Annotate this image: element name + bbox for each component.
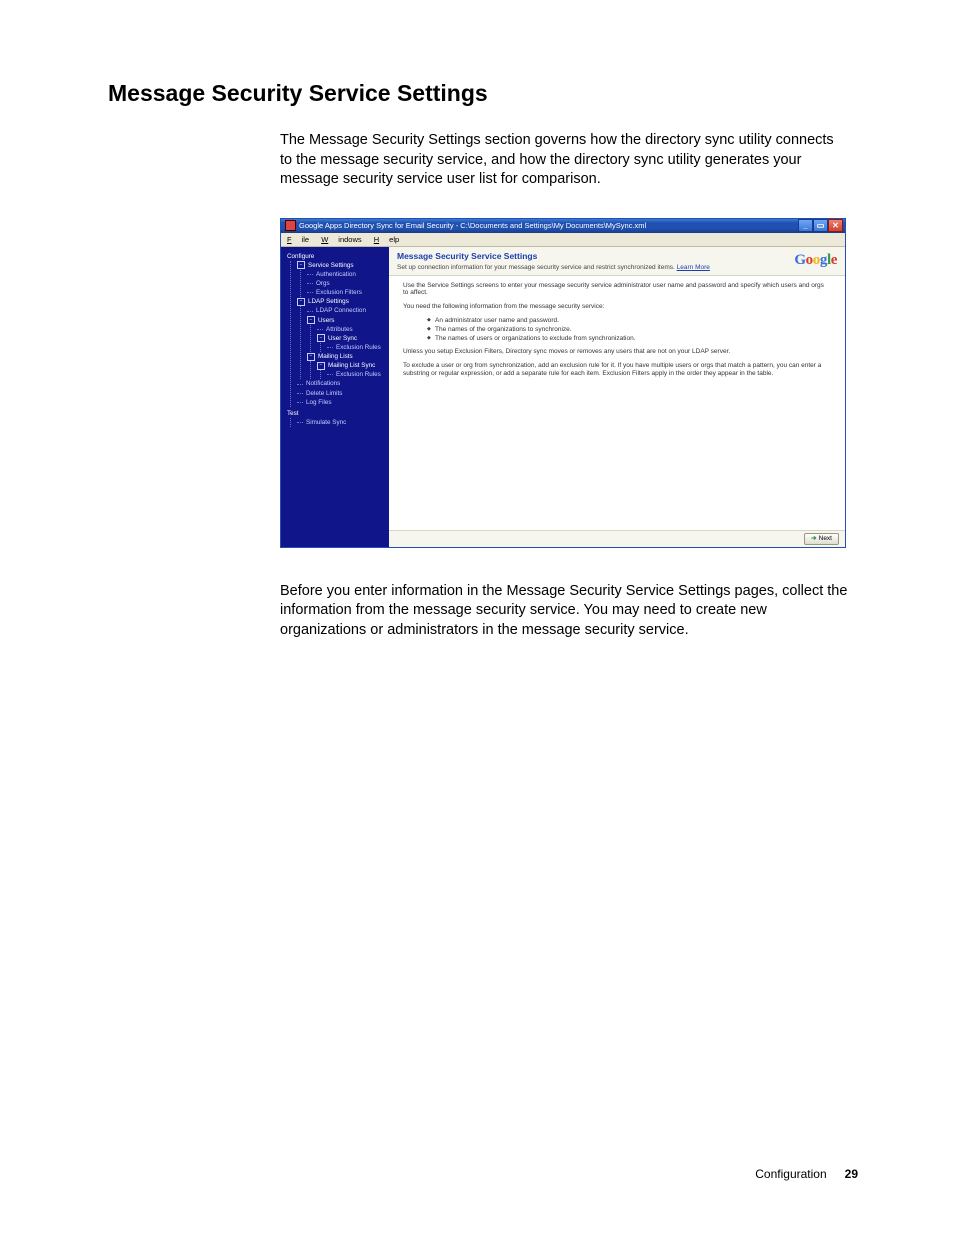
app-icon [285, 220, 296, 231]
maximize-button[interactable]: ▭ [813, 219, 828, 232]
next-button[interactable]: ➔ Next [804, 533, 839, 545]
tree-attributes[interactable]: Attributes [317, 325, 385, 334]
tree-ldap-connection[interactable]: LDAP Connection [307, 306, 385, 315]
menu-windows[interactable]: Windows [321, 235, 361, 244]
close-button[interactable]: ✕ [828, 219, 843, 232]
tree-test[interactable]: Test [287, 409, 385, 418]
tree-notifications[interactable]: Notifications [297, 379, 385, 388]
paragraph-2: You need the following information from … [403, 303, 827, 311]
footer-section: Configuration [755, 1167, 826, 1181]
paragraph-4: To exclude a user or org from synchroniz… [403, 362, 827, 378]
footer-page-number: 29 [845, 1167, 858, 1181]
window-title: Google Apps Directory Sync for Email Sec… [299, 221, 646, 230]
content-panel: Message Security Service Settings Set up… [389, 247, 845, 547]
bullet-1: An administrator user name and password. [427, 317, 827, 325]
minimize-button[interactable]: _ [798, 219, 813, 232]
tree-exclusion-rules-2[interactable]: Exclusion Rules [327, 370, 385, 379]
tree-exclusion-rules-1[interactable]: Exclusion Rules [327, 343, 385, 352]
tree-ldap-settings[interactable]: −LDAP Settings [297, 297, 385, 306]
tree-simulate-sync[interactable]: Simulate Sync [297, 418, 385, 427]
tree-authentication[interactable]: Authentication [307, 270, 385, 279]
tree-exclusion-filters-1[interactable]: Exclusion Filters [307, 288, 385, 297]
tree-delete-limits[interactable]: Delete Limits [297, 389, 385, 398]
tree-mailing-list-sync[interactable]: −Mailing List Sync [317, 361, 385, 370]
learn-more-link[interactable]: Learn More [677, 264, 710, 271]
tree-mailing-lists[interactable]: −Mailing Lists [307, 352, 385, 361]
app-window: Google Apps Directory Sync for Email Sec… [280, 218, 846, 548]
paragraph-3: Unless you setup Exclusion Filters, Dire… [403, 348, 827, 356]
bullet-3: The names of users or organizations to e… [427, 335, 827, 343]
menu-file[interactable]: File [287, 235, 309, 244]
google-logo: Google [794, 251, 837, 269]
tree-user-sync[interactable]: −User Sync [317, 334, 385, 343]
tree-log-files[interactable]: Log Files [297, 398, 385, 407]
outro-paragraph: Before you enter information in the Mess… [280, 582, 848, 641]
panel-title: Message Security Service Settings [397, 251, 794, 261]
tree-configure[interactable]: Configure [287, 252, 385, 261]
menu-bar: File Windows Help [281, 233, 845, 247]
nav-tree: Configure −Service Settings Authenticati… [281, 247, 389, 547]
tree-service-settings[interactable]: −Service Settings [297, 261, 385, 270]
tree-users[interactable]: −Users [307, 316, 385, 325]
tree-orgs[interactable]: Orgs [307, 279, 385, 288]
bullet-2: The names of the organizations to synchr… [427, 326, 827, 334]
arrow-right-icon: ➔ [811, 535, 816, 543]
page-heading: Message Security Service Settings [108, 80, 858, 107]
panel-subtitle: Set up connection information for your m… [397, 264, 794, 272]
page-footer: Configuration 29 [755, 1167, 858, 1181]
menu-help[interactable]: Help [374, 235, 399, 244]
title-bar: Google Apps Directory Sync for Email Sec… [281, 219, 845, 233]
paragraph-1: Use the Service Settings screens to ente… [403, 282, 827, 298]
intro-paragraph: The Message Security Settings section go… [280, 131, 848, 190]
